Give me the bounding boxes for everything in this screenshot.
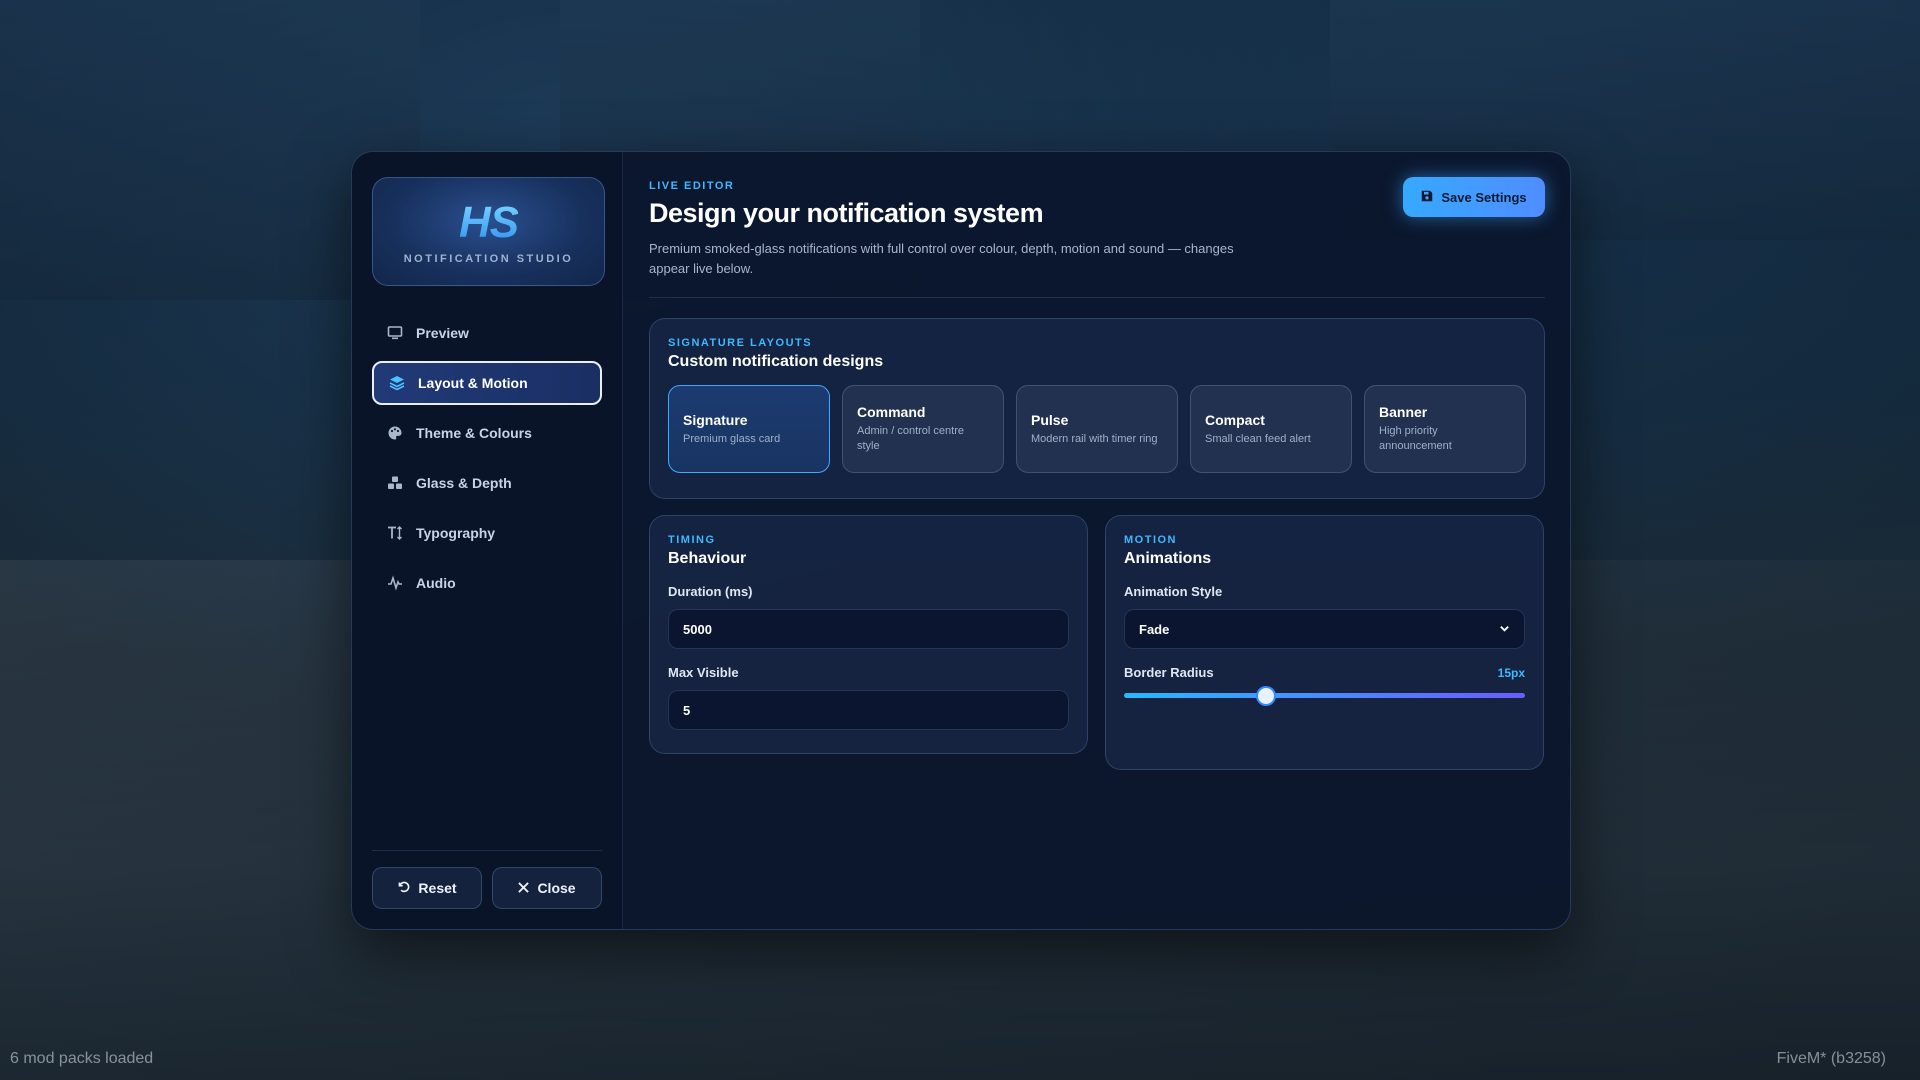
sidebar-footer: Reset Close [372, 850, 602, 909]
logo-mark: HS [458, 197, 519, 247]
sidebar-item-audio[interactable]: Audio [372, 561, 602, 605]
max-visible-label: Max Visible [668, 665, 739, 680]
max-visible-input[interactable]: 5 [668, 690, 1069, 730]
slider-handle[interactable] [1256, 686, 1277, 706]
build-version-text: FiveM* (b3258) [1776, 1050, 1886, 1067]
duration-label: Duration (ms) [668, 584, 753, 599]
layout-card-name: Pulse [1031, 411, 1069, 428]
close-icon [518, 880, 530, 896]
layout-cards: Signature Premium glass card Command Adm… [668, 385, 1526, 473]
layout-card-compact[interactable]: Compact Small clean feed alert [1190, 385, 1352, 473]
timing-title: Behaviour [668, 550, 747, 567]
animation-style-value: Fade [1139, 621, 1170, 637]
undo-icon [397, 880, 410, 896]
border-radius-header: Border Radius 15px [1124, 665, 1525, 680]
border-radius-value: 15px [1497, 665, 1525, 680]
page-description: Premium smoked-glass notifications with … [649, 241, 1234, 276]
motion-eyebrow: MOTION [1124, 534, 1177, 546]
layout-card-desc: Modern rail with timer ring [1031, 432, 1158, 445]
header-divider [649, 297, 1545, 298]
text-height-icon [386, 524, 404, 542]
layout-card-name: Banner [1379, 404, 1428, 420]
reset-label: Reset [418, 880, 457, 896]
layout-card-name: Compact [1205, 411, 1265, 428]
palette-icon [386, 424, 404, 442]
layout-card-banner[interactable]: Banner High priority announcement [1364, 385, 1526, 473]
chevron-down-icon [1499, 622, 1510, 637]
layout-card-desc: Admin / control centre style [857, 425, 964, 452]
sidebar-item-typography[interactable]: Typography [372, 511, 602, 555]
animation-style-select[interactable]: Fade [1124, 609, 1525, 649]
layout-card-command[interactable]: Command Admin / control centre style [842, 385, 1004, 473]
layout-card-pulse[interactable]: Pulse Modern rail with timer ring [1016, 385, 1178, 473]
layout-card-desc: Premium glass card [683, 432, 781, 445]
close-button[interactable]: Close [492, 867, 602, 909]
close-label: Close [537, 880, 576, 896]
layers-icon [388, 374, 406, 392]
logo: HS NOTIFICATION STUDIO [372, 177, 605, 286]
sidebar-item-label: Glass & Depth [416, 475, 512, 491]
signature-layouts-panel: SIGNATURE LAYOUTS Custom notification de… [649, 318, 1545, 499]
layouts-eyebrow: SIGNATURE LAYOUTS [668, 337, 813, 349]
motion-panel: MOTION Animations Animation Style Fade B… [1105, 515, 1544, 770]
layout-card-desc: Small clean feed alert [1205, 432, 1311, 445]
layout-card-name: Signature [683, 411, 748, 428]
sidebar-item-label: Preview [416, 325, 469, 341]
sidebar-nav: Preview Layout & Motion Theme & Colours … [372, 311, 602, 605]
layouts-title: Custom notification designs [668, 353, 884, 370]
sidebar-item-theme-colours[interactable]: Theme & Colours [372, 411, 602, 455]
save-settings-button[interactable]: Save Settings [1403, 177, 1545, 217]
floppy-disk-icon [1421, 190, 1433, 205]
sidebar-item-layout-motion[interactable]: Layout & Motion [372, 361, 602, 405]
sidebar-item-preview[interactable]: Preview [372, 311, 602, 355]
timing-eyebrow: TIMING [668, 534, 716, 546]
layout-card-name: Command [857, 404, 926, 420]
cubes-icon [386, 474, 404, 492]
mods-loaded-text: 6 mod packs loaded [10, 1050, 154, 1067]
settings-row: TIMING Behaviour Duration (ms) 5000 Max … [649, 515, 1545, 770]
timing-panel: TIMING Behaviour Duration (ms) 5000 Max … [649, 515, 1088, 754]
sidebar-item-label: Layout & Motion [418, 375, 528, 391]
border-radius-label: Border Radius [1124, 665, 1214, 680]
notification-studio-window: HS NOTIFICATION STUDIO Preview Layout & … [351, 151, 1571, 930]
layout-card-signature[interactable]: Signature Premium glass card [668, 385, 830, 473]
motion-title: Animations [1124, 550, 1212, 567]
save-settings-label: Save Settings [1441, 189, 1527, 205]
monitor-icon [386, 324, 404, 342]
duration-input[interactable]: 5000 [668, 609, 1069, 649]
reset-button[interactable]: Reset [372, 867, 482, 909]
main-content: LIVE EDITOR Design your notification sys… [623, 152, 1570, 929]
sidebar-item-glass-depth[interactable]: Glass & Depth [372, 461, 602, 505]
layout-card-desc: High priority announcement [1379, 425, 1452, 452]
sidebar-item-label: Typography [416, 525, 496, 541]
waveform-icon [386, 574, 404, 592]
animation-style-label: Animation Style [1124, 584, 1223, 599]
logo-subtitle: NOTIFICATION STUDIO [403, 252, 574, 265]
border-radius-slider[interactable] [1124, 686, 1525, 706]
sidebar-item-label: Audio [416, 575, 456, 591]
sidebar: HS NOTIFICATION STUDIO Preview Layout & … [352, 152, 623, 929]
sidebar-item-label: Theme & Colours [416, 425, 532, 441]
